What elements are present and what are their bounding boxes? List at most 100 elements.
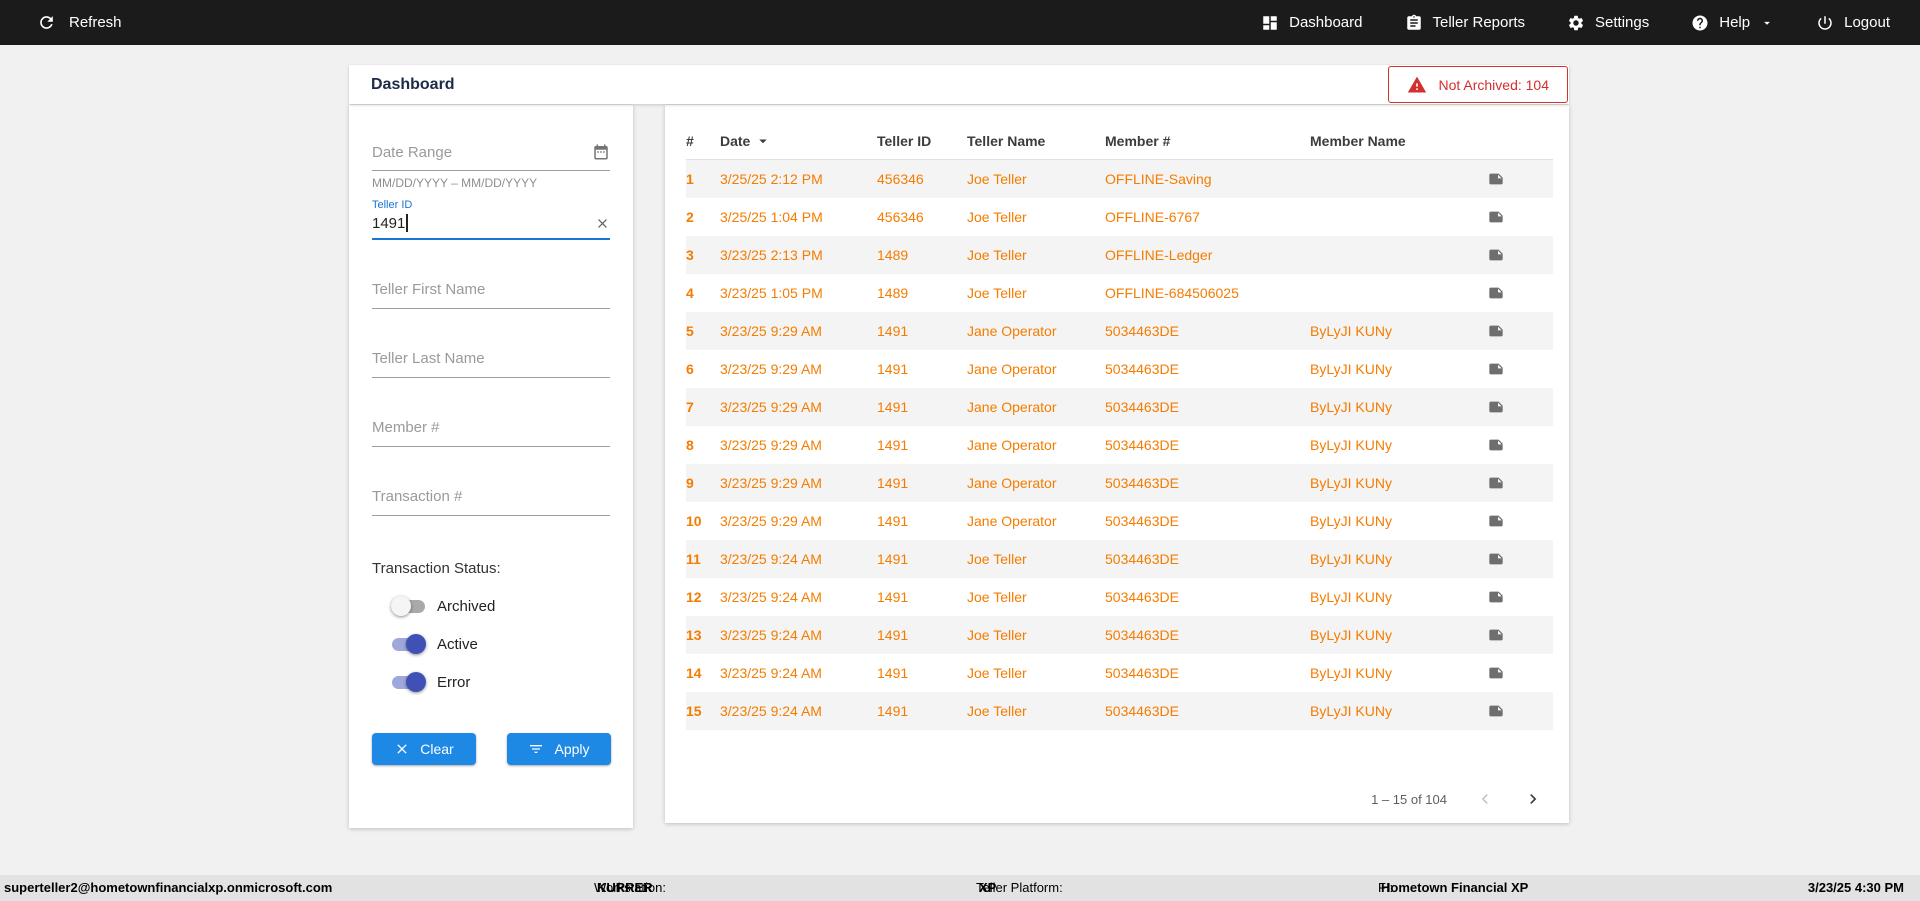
- nav-help[interactable]: Help: [1691, 14, 1774, 32]
- note-icon[interactable]: [1488, 665, 1504, 681]
- col-header-teller-id[interactable]: Teller ID: [877, 133, 967, 149]
- teller-last-name-field[interactable]: Teller Last Name: [372, 350, 610, 378]
- col-header-date[interactable]: Date: [720, 132, 877, 150]
- footer-platform-label: Teller Platform:: [976, 880, 1063, 895]
- note-icon[interactable]: [1488, 437, 1504, 453]
- toggle-active[interactable]: Active: [392, 634, 610, 654]
- cell-member-number: 5034463DE: [1105, 323, 1179, 339]
- toggle-archived[interactable]: Archived: [391, 596, 610, 616]
- not-archived-badge[interactable]: Not Archived: 104: [1388, 66, 1568, 103]
- col-header-teller-name[interactable]: Teller Name: [967, 133, 1105, 149]
- member-number-field[interactable]: Member #: [372, 419, 610, 447]
- status-bar: superteller2@hometownfinancialxp.onmicro…: [0, 875, 1920, 901]
- apply-button[interactable]: Apply: [507, 733, 611, 765]
- clear-field-icon[interactable]: [595, 216, 610, 231]
- table-row[interactable]: 1 3/25/25 2:12 PM 456346 Joe Teller OFFL…: [686, 160, 1553, 198]
- table-row[interactable]: 15 3/23/25 9:24 AM 1491 Joe Teller 50344…: [686, 692, 1553, 730]
- table-row[interactable]: 6 3/23/25 9:29 AM 1491 Jane Operator 503…: [686, 350, 1553, 388]
- col-header-num[interactable]: #: [686, 133, 720, 149]
- cell-notes: [1488, 209, 1553, 225]
- topbar: Refresh Dashboard Teller Reports Setting…: [0, 0, 1920, 45]
- cell-notes: [1488, 437, 1553, 453]
- note-icon[interactable]: [1488, 627, 1504, 643]
- cell-date: 3/23/25 9:24 AM: [720, 703, 822, 719]
- note-icon[interactable]: [1488, 209, 1504, 225]
- note-icon[interactable]: [1488, 551, 1504, 567]
- error-toggle-switch[interactable]: [392, 672, 426, 692]
- footer-fi-value: Hometown Financial XP: [1381, 880, 1529, 895]
- note-icon[interactable]: [1488, 171, 1504, 187]
- cell-date: 3/23/25 9:24 AM: [720, 551, 822, 567]
- transaction-number-placeholder: Transaction #: [372, 488, 463, 505]
- archived-toggle-switch[interactable]: [391, 596, 425, 616]
- table-row[interactable]: 10 3/23/25 9:29 AM 1491 Jane Operator 50…: [686, 502, 1553, 540]
- cell-date: 3/23/25 9:29 AM: [720, 361, 822, 377]
- footer-fi-label: FI:: [1378, 880, 1394, 895]
- table-row[interactable]: 4 3/23/25 1:05 PM 1489 Joe Teller OFFLIN…: [686, 274, 1553, 312]
- table-row[interactable]: 8 3/23/25 9:29 AM 1491 Jane Operator 503…: [686, 426, 1553, 464]
- col-header-member-num[interactable]: Member #: [1105, 133, 1310, 149]
- topbar-nav: Dashboard Teller Reports Settings Help L…: [1261, 14, 1890, 32]
- col-header-member-name[interactable]: Member Name: [1310, 133, 1488, 149]
- nav-teller-reports[interactable]: Teller Reports: [1405, 14, 1526, 32]
- prev-page-icon[interactable]: [1475, 789, 1495, 809]
- nav-dashboard[interactable]: Dashboard: [1261, 14, 1363, 32]
- refresh-button[interactable]: Refresh: [37, 13, 122, 32]
- table-row[interactable]: 14 3/23/25 9:24 AM 1491 Joe Teller 50344…: [686, 654, 1553, 692]
- table-row[interactable]: 3 3/23/25 2:13 PM 1489 Joe Teller OFFLIN…: [686, 236, 1553, 274]
- teller-first-name-field[interactable]: Teller First Name: [372, 281, 610, 309]
- cell-teller-name: Jane Operator: [967, 475, 1057, 491]
- nav-logout[interactable]: Logout: [1816, 14, 1890, 32]
- table-row[interactable]: 11 3/23/25 9:24 AM 1491 Joe Teller 50344…: [686, 540, 1553, 578]
- refresh-label: Refresh: [69, 14, 122, 31]
- cell-date: 3/23/25 2:13 PM: [720, 247, 823, 263]
- teller-id-field[interactable]: Teller ID 1491: [372, 199, 610, 240]
- note-icon[interactable]: [1488, 589, 1504, 605]
- teller-last-name-placeholder: Teller Last Name: [372, 350, 485, 367]
- cell-date: 3/23/25 1:05 PM: [720, 285, 823, 301]
- table-row[interactable]: 9 3/23/25 9:29 AM 1491 Jane Operator 503…: [686, 464, 1553, 502]
- note-icon[interactable]: [1488, 323, 1504, 339]
- table-row[interactable]: 12 3/23/25 9:24 AM 1491 Joe Teller 50344…: [686, 578, 1553, 616]
- dashboard-icon: [1263, 15, 1277, 30]
- teller-reports-icon: [1406, 14, 1421, 30]
- next-page-icon[interactable]: [1523, 789, 1543, 809]
- transaction-number-field[interactable]: Transaction #: [372, 488, 610, 516]
- note-icon[interactable]: [1488, 399, 1504, 415]
- teller-id-value[interactable]: 1491: [372, 215, 405, 232]
- date-range-placeholder: Date Range: [372, 143, 453, 161]
- cell-teller-name: Jane Operator: [967, 437, 1057, 453]
- cell-date: 3/23/25 9:29 AM: [720, 323, 822, 339]
- nav-label: Teller Reports: [1432, 14, 1526, 31]
- cell-row-number: 6: [686, 361, 694, 377]
- table-row[interactable]: 2 3/25/25 1:04 PM 456346 Joe Teller OFFL…: [686, 198, 1553, 236]
- table-row[interactable]: 5 3/23/25 9:29 AM 1491 Jane Operator 503…: [686, 312, 1553, 350]
- cell-notes: [1488, 323, 1553, 339]
- sort-desc-icon[interactable]: [754, 132, 772, 150]
- calendar-icon[interactable]: [592, 143, 610, 161]
- active-toggle-switch[interactable]: [392, 634, 426, 654]
- page-header: Dashboard Not Archived: 104: [349, 65, 1569, 104]
- nav-label: Help: [1719, 14, 1751, 31]
- note-icon[interactable]: [1488, 285, 1504, 301]
- toggle-error-label: Error: [437, 674, 471, 691]
- note-icon[interactable]: [1488, 475, 1504, 491]
- clear-button[interactable]: Clear: [372, 733, 476, 765]
- date-range-field[interactable]: Date Range: [372, 143, 610, 171]
- cell-row-number: 10: [686, 513, 702, 529]
- table-row[interactable]: 7 3/23/25 9:29 AM 1491 Jane Operator 503…: [686, 388, 1553, 426]
- cell-date: 3/23/25 9:29 AM: [720, 399, 822, 415]
- nav-settings[interactable]: Settings: [1567, 14, 1649, 32]
- note-icon[interactable]: [1488, 703, 1504, 719]
- nav-label: Dashboard: [1289, 14, 1363, 31]
- note-icon[interactable]: [1488, 247, 1504, 263]
- footer-workstation: Workstation: KURRER: [594, 875, 666, 901]
- note-icon[interactable]: [1488, 513, 1504, 529]
- cell-row-number: 3: [686, 247, 694, 263]
- cell-member-number: 5034463DE: [1105, 589, 1179, 605]
- note-icon[interactable]: [1488, 361, 1504, 377]
- nav-label: Logout: [1844, 14, 1890, 31]
- cell-teller-name: Joe Teller: [967, 171, 1027, 187]
- toggle-error[interactable]: Error: [392, 672, 610, 692]
- table-row[interactable]: 13 3/23/25 9:24 AM 1491 Joe Teller 50344…: [686, 616, 1553, 654]
